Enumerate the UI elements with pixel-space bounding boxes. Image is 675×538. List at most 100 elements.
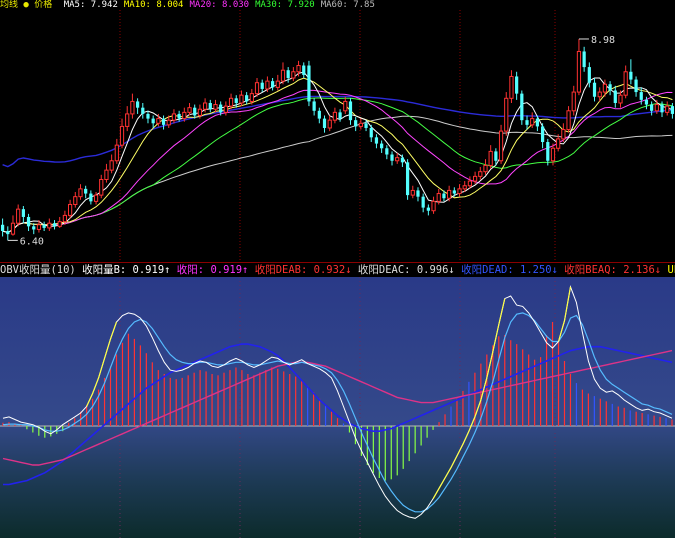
candle-body-down [135, 101, 140, 108]
candle [498, 124, 504, 164]
candle-body-down [520, 93, 524, 121]
candle [161, 115, 166, 130]
candle-body-down [644, 99, 649, 105]
candle-body-up [483, 164, 488, 173]
candle [270, 78, 275, 91]
candle-body-down [390, 154, 394, 161]
candles [0, 38, 675, 241]
header2-item: 收阳量B: 0.919↑ [82, 264, 177, 276]
candle [73, 191, 78, 208]
candle-body-up [504, 97, 509, 132]
candle [343, 96, 348, 114]
candle-body-down [540, 126, 545, 143]
candle [135, 98, 140, 114]
candle-body-down [416, 190, 420, 197]
candle-body-down [161, 118, 166, 125]
candle [21, 206, 25, 224]
candle-body-up [249, 93, 254, 102]
candle [348, 98, 353, 125]
candle [332, 107, 338, 124]
header2-item: 收阳: 0.919↑ [176, 264, 255, 276]
candle-body-up [576, 50, 582, 93]
candle [109, 154, 114, 174]
candle-body-up [16, 208, 21, 224]
candle [99, 174, 104, 199]
candle-body-up [410, 189, 415, 196]
candle-body-up [197, 108, 203, 116]
candle [245, 92, 249, 105]
candle-body-down [535, 118, 540, 127]
candle [504, 92, 509, 136]
candle-body-down [234, 98, 238, 103]
candle-body-up [509, 75, 514, 99]
candle [6, 226, 10, 241]
candle [16, 204, 21, 227]
candle [57, 216, 62, 228]
candle-body-down [208, 102, 212, 110]
price-grid [119, 10, 556, 262]
obv-indicator-panel[interactable] [0, 277, 675, 538]
candle-body-up [597, 91, 602, 98]
candle [78, 184, 83, 200]
candle-body-up [223, 105, 228, 113]
candle-body-down [52, 223, 57, 227]
candle-body-up [566, 110, 571, 131]
header2-item: OBV收阳量(10) [0, 264, 83, 276]
candle-body-down [613, 90, 617, 103]
candle-body-up [275, 80, 280, 88]
candle-body-up [462, 185, 467, 190]
candle [312, 98, 316, 116]
candle [171, 109, 177, 124]
candle-body-up [47, 222, 52, 229]
candle-body-down [270, 81, 275, 88]
candle [141, 102, 145, 119]
candle [385, 145, 389, 160]
candle-body-up [358, 122, 363, 127]
candle-body-up [78, 188, 83, 198]
candle-body-down [374, 137, 379, 144]
candle [540, 123, 545, 149]
candle-body-up [93, 194, 99, 202]
candle [634, 76, 638, 97]
candle-body-down [582, 51, 586, 68]
candle-body-down [369, 127, 373, 138]
candle-body-down [32, 226, 36, 230]
candle [374, 134, 379, 149]
price-candlestick-panel[interactable]: 6.40 8.98 [0, 10, 675, 262]
stock-chart-window: 均线 ● 价格 MA5: 7.942 MA10: 8.004 MA20: 8.030… [0, 0, 675, 538]
candle [410, 185, 415, 199]
candle [338, 109, 342, 122]
candle [457, 184, 462, 197]
candle [447, 185, 452, 202]
candle-body-up [119, 125, 125, 146]
header2-item: 收阳DEAD: 1.250↓ [461, 264, 565, 276]
candle-body-up [228, 97, 234, 107]
candle-body-up [478, 171, 483, 177]
candle [571, 85, 576, 116]
candle-body-up [187, 107, 192, 113]
candle [254, 78, 260, 97]
candle-body-up [166, 119, 171, 126]
candle-body-down [426, 207, 430, 211]
candle-body-down [26, 216, 31, 227]
candle [0, 218, 5, 237]
candle-body-down [670, 106, 675, 114]
candle-body-down [592, 82, 597, 97]
candle-body-up [156, 118, 161, 124]
candle-body-up [36, 224, 42, 230]
candle-body-up [472, 175, 478, 182]
candle [307, 60, 311, 107]
candle-body-down [0, 224, 5, 232]
candle [104, 163, 109, 183]
candle [509, 70, 514, 103]
candle-body-down [84, 188, 88, 194]
candle-body-down [322, 118, 327, 128]
candle-body-up [395, 157, 400, 162]
price-annotation-label: 8.98 [591, 35, 615, 46]
candle [193, 104, 197, 119]
candle-body-up [67, 203, 73, 216]
candle [89, 190, 93, 205]
candle-body-up [213, 104, 218, 110]
candle [280, 62, 286, 85]
candle [208, 99, 212, 113]
